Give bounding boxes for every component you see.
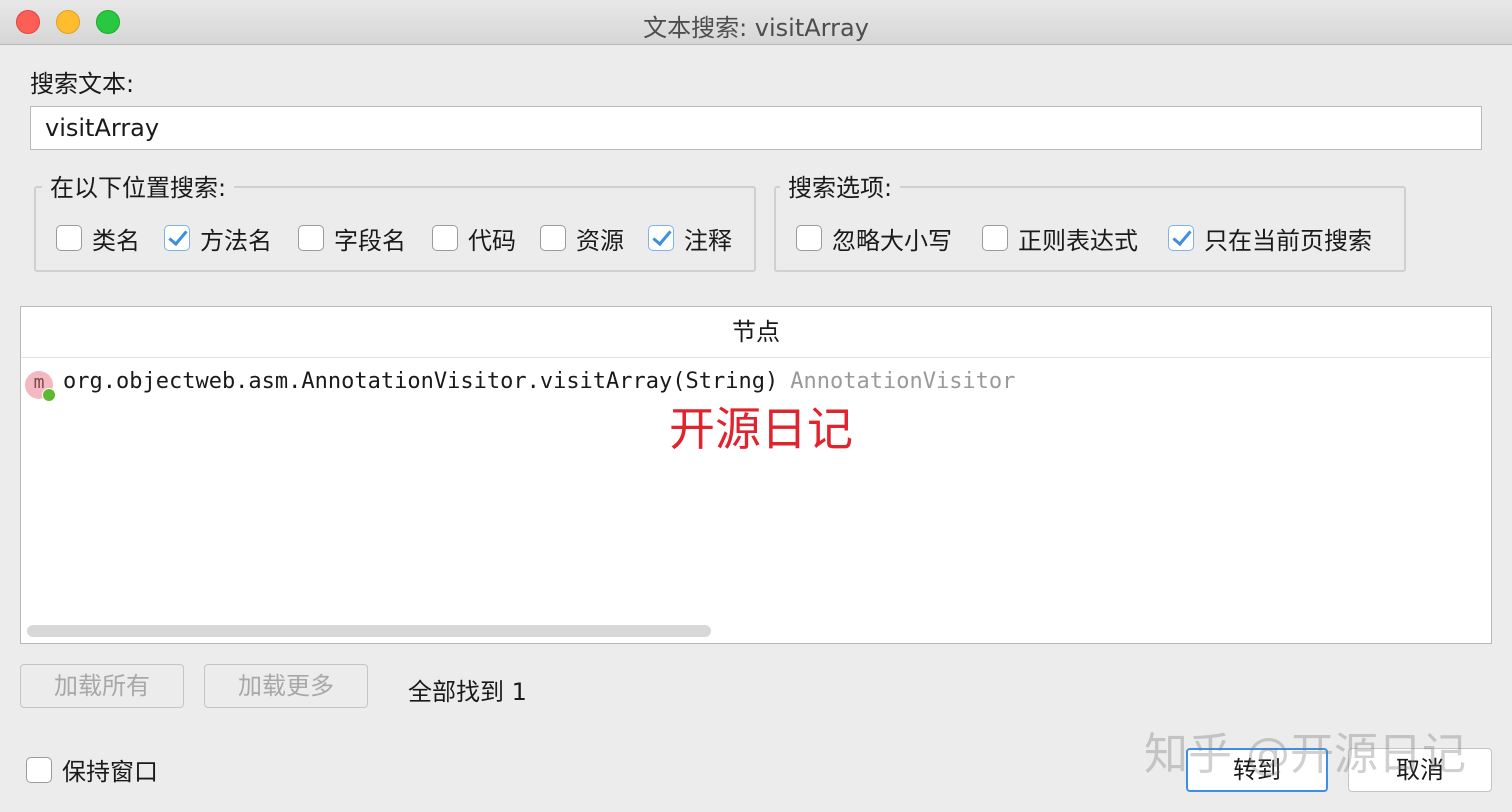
option-label: 类名 xyxy=(92,226,140,255)
option-comment[interactable]: 注释 xyxy=(648,220,732,256)
search-location-legend: 在以下位置搜索: xyxy=(42,168,235,203)
result-type: AnnotationVisitor xyxy=(790,369,1016,394)
option-regex[interactable]: 正则表达式 xyxy=(982,220,1138,256)
results-count: 全部找到 1 xyxy=(408,678,527,706)
horizontal-scrollbar[interactable] xyxy=(27,625,711,637)
option-field-name[interactable]: 字段名 xyxy=(298,220,406,256)
checkbox-checked-icon[interactable] xyxy=(648,225,674,251)
search-text-label: 搜索文本: xyxy=(30,70,135,98)
option-label: 方法名 xyxy=(200,226,272,255)
option-class-name[interactable]: 类名 xyxy=(56,220,140,256)
column-header-node[interactable]: 节点 xyxy=(21,307,1491,358)
search-options-legend: 搜索选项: xyxy=(780,168,901,203)
option-ignore-case[interactable]: 忽略大小写 xyxy=(796,220,952,256)
keep-window-label: 保持窗口 xyxy=(62,758,158,786)
checkbox-icon[interactable] xyxy=(26,756,52,783)
results-table: 节点 m org.objectweb.asm.AnnotationVisitor… xyxy=(20,306,1492,644)
result-signature: org.objectweb.asm.AnnotationVisitor.visi… xyxy=(63,369,779,394)
option-label: 忽略大小写 xyxy=(832,226,952,255)
option-label: 只在当前页搜索 xyxy=(1204,226,1372,255)
option-label: 代码 xyxy=(468,226,516,255)
option-label: 注释 xyxy=(684,226,732,255)
load-all-button[interactable]: 加载所有 xyxy=(20,664,184,708)
goto-button[interactable]: 转到 xyxy=(1186,748,1328,792)
load-more-button[interactable]: 加载更多 xyxy=(204,664,368,708)
title-bar: 文本搜索: visitArray xyxy=(0,0,1512,45)
public-status-dot-icon xyxy=(42,388,56,402)
checkbox-icon[interactable] xyxy=(56,225,82,251)
result-text: org.objectweb.asm.AnnotationVisitor.visi… xyxy=(63,369,1015,394)
option-code[interactable]: 代码 xyxy=(432,220,516,256)
option-current-page-only[interactable]: 只在当前页搜索 xyxy=(1168,220,1372,256)
cancel-button[interactable]: 取消 xyxy=(1348,748,1492,792)
checkbox-icon[interactable] xyxy=(982,225,1008,251)
option-resource[interactable]: 资源 xyxy=(540,220,624,256)
keep-window-option[interactable]: 保持窗口 xyxy=(26,752,158,787)
option-label: 字段名 xyxy=(334,226,406,255)
window-title: 文本搜索: visitArray xyxy=(643,14,869,42)
checkbox-checked-icon[interactable] xyxy=(1168,225,1194,251)
watermark-overlay: 开源日记 xyxy=(669,402,853,456)
search-options-group: 搜索选项: 忽略大小写 正则表达式 只在当前页搜索 xyxy=(774,168,1406,272)
checkbox-checked-icon[interactable] xyxy=(164,225,190,251)
search-dialog: 文本搜索: visitArray 搜索文本: 在以下位置搜索: 类名 方法名 字… xyxy=(0,0,1512,812)
search-input[interactable] xyxy=(30,106,1482,150)
option-method-name[interactable]: 方法名 xyxy=(164,220,272,256)
checkbox-icon[interactable] xyxy=(796,225,822,251)
option-label: 资源 xyxy=(576,226,624,255)
checkbox-icon[interactable] xyxy=(432,225,458,251)
option-label: 正则表达式 xyxy=(1018,226,1138,255)
checkbox-icon[interactable] xyxy=(540,225,566,251)
checkbox-icon[interactable] xyxy=(298,225,324,251)
search-location-group: 在以下位置搜索: 类名 方法名 字段名 代码 资源 注释 xyxy=(34,168,756,272)
